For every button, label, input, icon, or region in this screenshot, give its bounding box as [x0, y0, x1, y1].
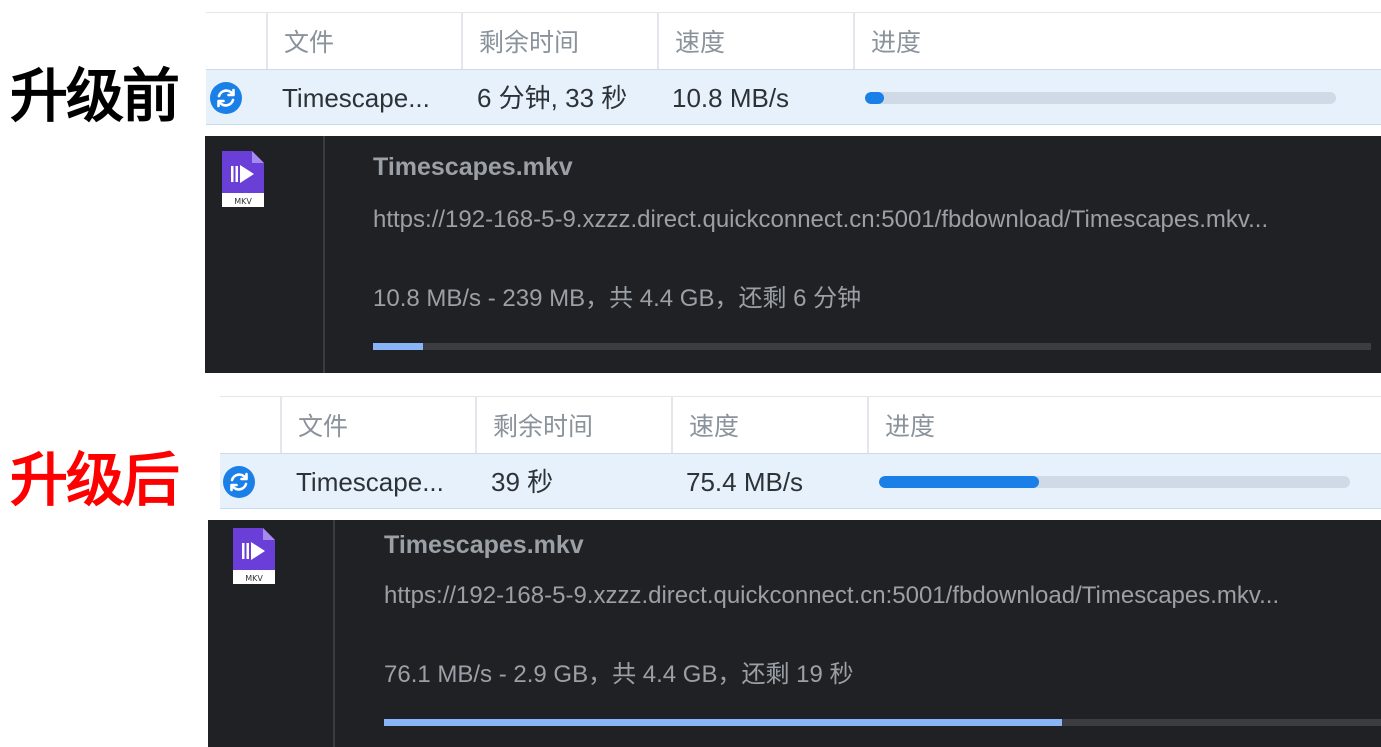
panel-divider	[333, 520, 335, 747]
row-file-name: Timescape...	[282, 83, 430, 113]
mkv-icon-label: MKV	[234, 197, 252, 206]
download-item-panel[interactable]: MKV Timescapes.mkv https://192-168-5-9.x…	[205, 136, 1381, 373]
row-progress-fill	[865, 92, 884, 104]
download-item-panel[interactable]: MKV Timescapes.mkv https://192-168-5-9.x…	[208, 520, 1381, 747]
mkv-file-icon: MKV	[231, 526, 277, 591]
download-url[interactable]: https://192-168-5-9.xzzz.direct.quickcon…	[373, 206, 1268, 234]
download-status: 10.8 MB/s - 239 MB，共 4.4 GB，还剩 6 分钟	[373, 285, 862, 312]
mkv-file-icon: MKV	[220, 149, 266, 214]
row-progress-bar	[865, 92, 1336, 104]
download-file-name[interactable]: Timescapes.mkv	[384, 531, 584, 560]
column-header-progress[interactable]: 进度	[867, 397, 1381, 453]
sync-icon	[223, 466, 255, 498]
download-status: 76.1 MB/s - 2.9 GB，共 4.4 GB，还剩 19 秒	[384, 661, 854, 688]
table-row[interactable]: Timescape... 6 分钟, 33 秒 10.8 MB/s	[206, 69, 1381, 125]
row-progress-fill	[879, 476, 1040, 488]
column-header-speed[interactable]: 速度	[671, 397, 867, 453]
download-progress-fill	[373, 343, 423, 350]
download-progress-fill	[384, 719, 1062, 726]
download-progress-bar	[373, 343, 1371, 350]
column-header-file[interactable]: 文件	[280, 397, 475, 453]
table-header-after: 文件 剩余时间 速度 进度	[220, 396, 1381, 453]
table-row[interactable]: Timescape... 39 秒 75.4 MB/s	[220, 453, 1381, 509]
row-remaining-time: 6 分钟, 33 秒	[477, 83, 628, 113]
panel-divider	[323, 136, 325, 373]
column-header-remaining-time[interactable]: 剩余时间	[461, 13, 657, 69]
row-remaining-time: 39 秒	[491, 467, 554, 497]
row-speed: 10.8 MB/s	[672, 83, 790, 113]
table-header-before: 文件 剩余时间 速度 进度	[206, 12, 1381, 69]
download-file-name[interactable]: Timescapes.mkv	[373, 153, 573, 182]
column-header-progress[interactable]: 进度	[853, 13, 1381, 69]
column-header-file[interactable]: 文件	[266, 13, 461, 69]
mkv-icon-label: MKV	[245, 574, 263, 583]
download-progress-bar	[384, 719, 1381, 726]
row-speed: 75.4 MB/s	[686, 467, 804, 497]
after-upgrade-label: 升级后	[10, 446, 180, 514]
before-upgrade-label: 升级前	[10, 62, 180, 130]
column-header-remaining-time[interactable]: 剩余时间	[475, 397, 671, 453]
download-url[interactable]: https://192-168-5-9.xzzz.direct.quickcon…	[384, 582, 1279, 610]
row-progress-bar	[879, 476, 1350, 488]
row-file-name: Timescape...	[296, 467, 444, 497]
sync-icon	[210, 82, 242, 114]
column-header-speed[interactable]: 速度	[657, 13, 853, 69]
